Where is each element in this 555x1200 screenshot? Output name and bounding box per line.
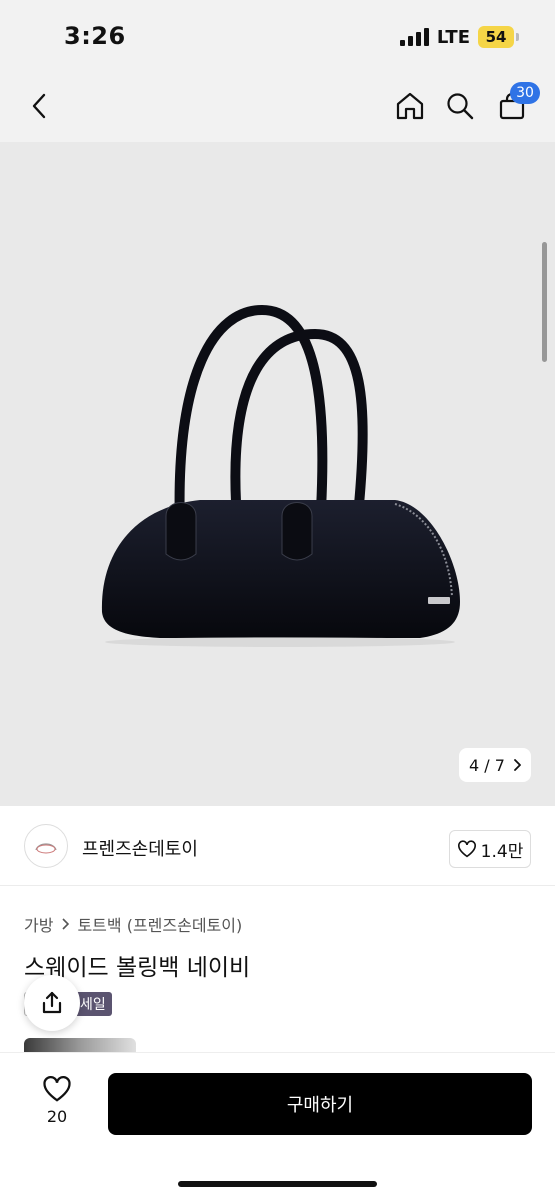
product-image[interactable]: 4 / 7	[0, 142, 555, 806]
like-button[interactable]: 20	[32, 1075, 82, 1126]
image-counter-label: 4 / 7	[469, 755, 505, 775]
seller-logo-icon	[35, 843, 57, 854]
status-indicators: LTE 54	[399, 26, 519, 48]
search-button[interactable]	[438, 84, 482, 128]
seller-name[interactable]: 프렌즈손데토이	[82, 835, 198, 861]
follow-button[interactable]: 1.4만	[449, 830, 531, 868]
share-button[interactable]	[24, 975, 80, 1031]
chevron-right-icon	[61, 915, 70, 934]
seller-avatar[interactable]	[24, 824, 68, 868]
back-icon	[32, 93, 46, 119]
home-icon	[396, 92, 424, 120]
buy-button[interactable]: 구매하기	[108, 1073, 532, 1135]
cart-count-badge: 30	[510, 82, 540, 104]
bottom-bar: 20 구매하기	[0, 1052, 555, 1200]
home-button[interactable]	[388, 84, 432, 128]
status-bar: 3:26 LTE 54	[0, 0, 555, 70]
breadcrumb: 가방 토트백 (프렌즈손데토이)	[24, 912, 242, 936]
back-button[interactable]	[18, 84, 62, 128]
image-counter[interactable]: 4 / 7	[459, 748, 531, 782]
heart-icon	[457, 840, 476, 858]
network-label: LTE	[436, 26, 470, 48]
status-time: 3:26	[64, 22, 126, 50]
share-icon	[42, 991, 62, 1014]
battery-level: 54	[478, 26, 514, 48]
search-icon	[447, 93, 474, 120]
like-count: 20	[46, 1107, 68, 1126]
chevron-right-icon	[514, 759, 521, 771]
heart-icon	[43, 1076, 71, 1102]
seller-row[interactable]: 프렌즈손데토이 1.4만	[0, 806, 555, 886]
cart-button[interactable]: 30	[490, 82, 540, 128]
battery-icon: 54	[478, 26, 519, 48]
breadcrumb-item-category[interactable]: 가방	[24, 912, 53, 936]
breadcrumb-item-subcategory[interactable]: 토트백 (프렌즈손데토이)	[77, 912, 242, 936]
nav-bar: 30	[0, 70, 555, 142]
bag-image	[101, 304, 461, 647]
follow-count: 1.4만	[480, 841, 524, 862]
home-indicator	[178, 1181, 377, 1187]
signal-icon	[399, 28, 429, 46]
